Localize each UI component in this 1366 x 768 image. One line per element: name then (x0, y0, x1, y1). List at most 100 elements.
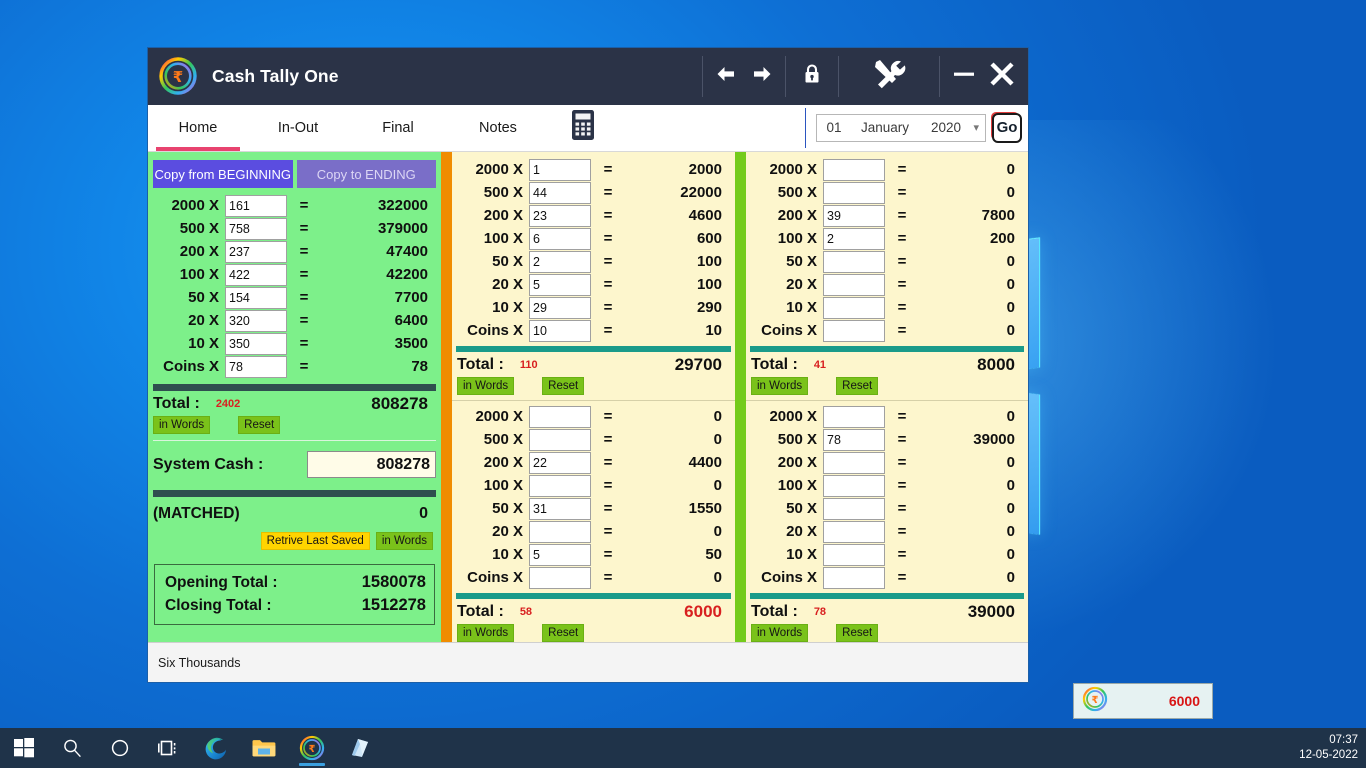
denomination-label: 2000 X (475, 161, 523, 179)
equals-sign: = (603, 408, 613, 426)
denomination-count-input[interactable] (823, 204, 885, 227)
denomination-count-input[interactable] (823, 451, 885, 474)
tab-notes[interactable]: Notes (448, 105, 548, 151)
denomination-count-input[interactable] (225, 217, 287, 240)
close-icon[interactable] (989, 61, 1015, 92)
retrieve-last-saved-button[interactable]: Retrive Last Saved (260, 532, 370, 551)
denomination-count-input[interactable] (529, 181, 591, 204)
left-reset-button[interactable]: Reset (238, 416, 281, 435)
mid-top-in-words-button[interactable]: in Words (457, 377, 515, 396)
taskbar: ₹ 07:37 12-05-2022 (0, 728, 1366, 768)
search-icon[interactable] (48, 728, 96, 768)
denomination-row: Coins X = 0 (457, 566, 730, 589)
tab-in-out[interactable]: In-Out (248, 105, 348, 151)
denomination-count-input[interactable] (529, 273, 591, 296)
date-picker[interactable]: 01 January 2020 ▾ (816, 113, 986, 142)
date-day[interactable]: 01 (821, 120, 847, 135)
equals-sign: = (603, 161, 613, 179)
calculator-button[interactable] (548, 105, 618, 151)
windows-start-icon[interactable] (0, 728, 48, 768)
denomination-count-input[interactable] (823, 543, 885, 566)
denomination-count-input[interactable] (823, 181, 885, 204)
denomination-count-input[interactable] (823, 520, 885, 543)
denomination-count-input[interactable] (225, 240, 287, 263)
matched-label: (MATCHED) (153, 505, 240, 523)
denomination-count-input[interactable] (225, 263, 287, 286)
denomination-count-input[interactable] (225, 309, 287, 332)
denomination-count-input[interactable] (823, 474, 885, 497)
denomination-count-input[interactable] (529, 497, 591, 520)
left-total-row: Total : 2402 808278 (148, 391, 441, 414)
denomination-count-input[interactable] (529, 296, 591, 319)
denomination-count-input[interactable] (823, 250, 885, 273)
denomination-count-input[interactable] (225, 355, 287, 378)
mid-bottom-reset-button[interactable]: Reset (542, 624, 585, 643)
tab-final[interactable]: Final (348, 105, 448, 151)
tools-icon[interactable] (870, 58, 908, 95)
amount-toast[interactable]: ₹ 6000 (1073, 683, 1213, 719)
denomination-count-input[interactable] (529, 428, 591, 451)
right-top-in-words-button[interactable]: in Words (751, 377, 809, 396)
mid-bottom-in-words-button[interactable]: in Words (457, 624, 515, 643)
right-top-reset-button[interactable]: Reset (836, 377, 879, 396)
left-in-words-button[interactable]: in Words (153, 416, 211, 435)
system-cash-input[interactable]: 808278 (307, 451, 436, 479)
mid-top-denomination-table: 2000 X = 2000 500 X = 22000 200 X = 4600 100 X = 60… (452, 152, 735, 342)
denomination-count-input[interactable] (529, 474, 591, 497)
closing-total-value: 1512278 (361, 596, 426, 615)
denomination-count-input[interactable] (529, 204, 591, 227)
denomination-count-input[interactable] (529, 227, 591, 250)
matched-in-words-button[interactable]: in Words (375, 532, 433, 551)
denomination-count-input[interactable] (823, 428, 885, 451)
tab-home[interactable]: Home (148, 105, 248, 152)
go-button[interactable]: Go (992, 112, 1022, 143)
mid-top-reset-button[interactable]: Reset (542, 377, 585, 396)
right-bottom-in-words-button[interactable]: in Words (751, 624, 809, 643)
denomination-count-input[interactable] (529, 566, 591, 589)
denomination-label: 100 X (483, 230, 523, 248)
date-month[interactable]: January (847, 120, 923, 135)
svg-text:₹: ₹ (309, 744, 316, 755)
denomination-count-input[interactable] (225, 286, 287, 309)
arrow-left-icon[interactable] (715, 65, 737, 88)
chevron-down-icon[interactable]: ▾ (969, 121, 981, 134)
denomination-count-input[interactable] (823, 273, 885, 296)
left-denomination-table: 2000 X = 322000 500 X = 379000 200 X = 47400 100 … (148, 188, 441, 378)
denomination-count-input[interactable] (823, 405, 885, 428)
copy-to-ending-button[interactable]: Copy to ENDING (296, 160, 436, 189)
denomination-count-input[interactable] (529, 451, 591, 474)
denomination-count-input[interactable] (529, 543, 591, 566)
denomination-count-input[interactable] (225, 332, 287, 355)
windows-store-icon[interactable] (336, 728, 384, 768)
right-bottom-reset-button[interactable]: Reset (836, 624, 879, 643)
denomination-count-input[interactable] (823, 296, 885, 319)
denomination-count-input[interactable] (529, 520, 591, 543)
denomination-count-input[interactable] (823, 497, 885, 520)
denomination-label: 200 X (777, 454, 817, 472)
lock-icon[interactable] (802, 62, 822, 91)
denomination-count-input[interactable] (823, 158, 885, 181)
cash-tally-app-icon[interactable]: ₹ (288, 728, 336, 768)
cortana-circle-icon[interactable] (96, 728, 144, 768)
right-bottom-total-count: 78 (813, 606, 827, 619)
file-explorer-icon[interactable] (240, 728, 288, 768)
denomination-count-input[interactable] (823, 566, 885, 589)
denomination-count-input[interactable] (823, 319, 885, 342)
taskbar-clock[interactable]: 07:37 12-05-2022 (1299, 728, 1358, 768)
denomination-count-input[interactable] (529, 158, 591, 181)
denomination-count-input[interactable] (529, 405, 591, 428)
denomination-count-input[interactable] (225, 194, 287, 217)
denomination-row: 100 X = 0 (751, 474, 1023, 497)
denomination-count-input[interactable] (823, 227, 885, 250)
denomination-row: 500 X = 0 (457, 428, 730, 451)
denomination-count-input[interactable] (529, 319, 591, 342)
denomination-value: 322000 (377, 197, 428, 215)
arrow-right-icon[interactable] (751, 65, 773, 88)
denomination-count-input[interactable] (529, 250, 591, 273)
edge-browser-icon[interactable] (192, 728, 240, 768)
minimize-icon[interactable] (953, 67, 975, 86)
toast-rupee-logo-icon: ₹ (1082, 686, 1108, 717)
task-view-icon[interactable] (144, 728, 192, 768)
copy-from-beginning-button[interactable]: Copy from BEGINNING (153, 160, 293, 189)
date-year[interactable]: 2020 (923, 120, 969, 135)
